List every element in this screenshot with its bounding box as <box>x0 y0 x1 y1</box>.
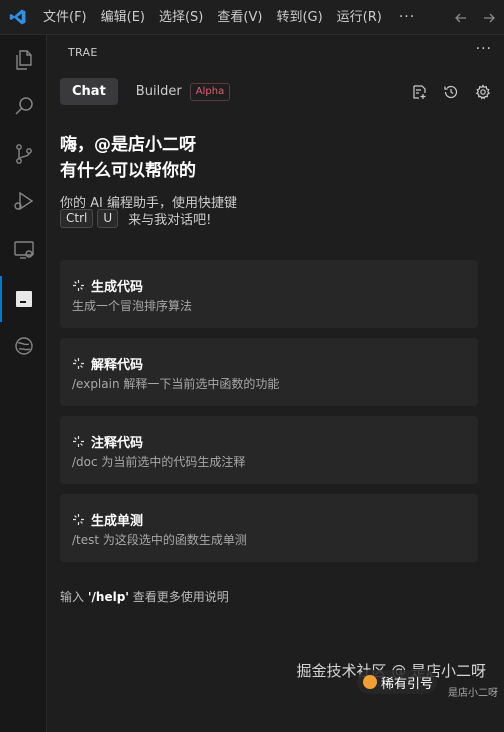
card-title: 解释代码 <box>91 358 144 373</box>
kbd-ctrl: Ctrl <box>60 209 94 228</box>
help-hint: 输入 '/help' 查看更多使用说明 <box>60 588 229 605</box>
card-title: 生成代码 <box>91 280 144 295</box>
suggestion-card-explain[interactable]: 解释代码 /explain 解释一下当前选中函数的功能 <box>60 338 478 406</box>
extension-icon[interactable] <box>0 323 47 369</box>
panel-title: TRAE <box>68 46 98 59</box>
menu-file[interactable]: 文件(F) <box>36 0 94 35</box>
shortcut-text: 来与我对话吧! <box>128 213 212 228</box>
shortcut-hint: Ctrl U 来与我对话吧! <box>60 209 211 228</box>
menu-run[interactable]: 运行(R) <box>330 0 389 35</box>
trae-chat-icon[interactable] <box>0 276 47 322</box>
run-debug-icon[interactable] <box>0 178 47 224</box>
explorer-icon[interactable] <box>0 37 47 83</box>
suggestion-card-unit-test[interactable]: 生成单测 /test 为这段选中的函数生成单测 <box>60 494 478 562</box>
tab-builder[interactable]: Builder Alpha <box>124 78 242 105</box>
card-description: 生成一个冒泡排序算法 <box>72 299 193 313</box>
tab-builder-label: Builder <box>135 84 182 99</box>
menu-more-button[interactable]: ··· <box>389 9 425 25</box>
menu-go[interactable]: 转到(G) <box>269 0 329 35</box>
tab-chat[interactable]: Chat <box>60 78 118 105</box>
mode-tabs: Chat Builder Alpha <box>60 78 242 105</box>
menu-selection[interactable]: 选择(S) <box>152 0 210 35</box>
settings-icon[interactable] <box>474 83 492 101</box>
card-description: /test 为这段选中的函数生成单测 <box>72 533 247 547</box>
watermark-small-text: 是店小二呀 <box>448 688 498 699</box>
watermark-logo-icon <box>363 675 377 689</box>
back-arrow-icon[interactable] <box>452 9 470 27</box>
new-chat-icon[interactable] <box>410 83 428 101</box>
panel-more-button[interactable]: ··· <box>476 41 492 57</box>
suggestion-card-generate[interactable]: 生成代码 生成一个冒泡排序算法 <box>60 260 478 328</box>
kbd-u: U <box>97 209 119 228</box>
alpha-badge: Alpha <box>189 82 231 101</box>
greeting-subtitle: 有什么可以帮你的 <box>60 161 196 181</box>
sparkle-icon <box>72 357 85 370</box>
help-suffix: 查看更多使用说明 <box>132 590 229 604</box>
suggestion-card-comment[interactable]: 注释代码 /doc 为当前选中的代码生成注释 <box>60 416 478 484</box>
card-description: /explain 解释一下当前选中函数的功能 <box>72 377 280 391</box>
trae-panel: TRAE ··· Chat Builder Alpha 嗨，@是店小二呀 有什么… <box>48 35 504 732</box>
card-title: 生成单测 <box>91 514 144 529</box>
sparkle-icon <box>72 435 85 448</box>
menu-view[interactable]: 查看(V) <box>210 0 269 35</box>
history-icon[interactable] <box>442 83 460 101</box>
search-icon[interactable] <box>0 83 47 129</box>
watermark-badge-label: 稀有引号 <box>381 676 434 692</box>
sparkle-icon <box>72 513 85 526</box>
sparkle-icon <box>72 279 85 292</box>
help-command: '/help' <box>87 590 129 604</box>
forward-arrow-icon[interactable] <box>480 9 498 27</box>
card-title: 注释代码 <box>91 436 144 451</box>
help-prefix: 输入 <box>60 590 85 604</box>
menu-edit[interactable]: 编辑(E) <box>94 0 152 35</box>
card-description: /doc 为当前选中的代码生成注释 <box>72 455 246 469</box>
activity-bar <box>0 35 47 732</box>
source-control-icon[interactable] <box>0 131 47 177</box>
greeting-title: 嗨，@是店小二呀 <box>60 135 196 155</box>
remote-explorer-icon[interactable] <box>0 227 47 273</box>
watermark-badge: 稀有引号 <box>357 670 437 694</box>
vscode-logo-icon[interactable] <box>0 0 36 35</box>
menu-bar: 文件(F) 编辑(E) 选择(S) 查看(V) 转到(G) 运行(R) ··· <box>0 0 504 35</box>
